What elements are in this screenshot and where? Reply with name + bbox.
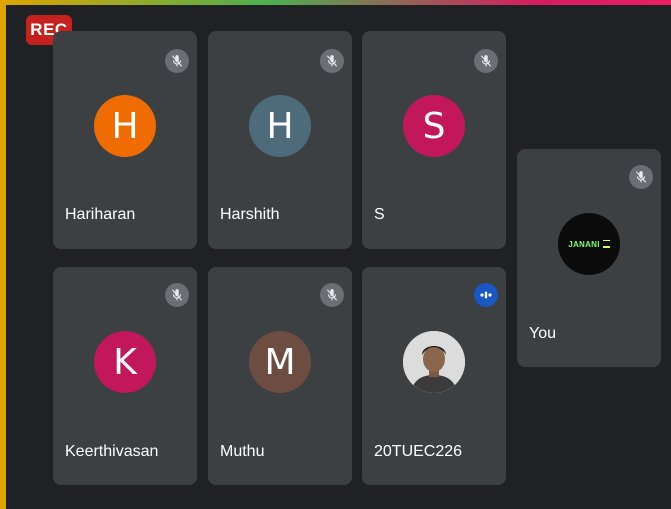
mic-off-icon: [165, 49, 189, 73]
self-tile[interactable]: JANANI You: [517, 149, 661, 367]
participant-tile[interactable]: H Harshith: [208, 31, 352, 249]
profile-photo: [403, 331, 465, 393]
speaking-indicator-icon: [474, 283, 498, 307]
participant-name: Keerthivasan: [65, 443, 159, 460]
participant-tile[interactable]: H Hariharan: [53, 31, 197, 249]
participant-tile[interactable]: M Muthu: [208, 267, 352, 485]
participant-tile[interactable]: K Keerthivasan: [53, 267, 197, 485]
avatar: H: [249, 95, 311, 157]
meeting-grid: REC H Hariharan H Harshith S S K Keerthi…: [6, 5, 671, 509]
participant-name: S: [374, 206, 385, 223]
badge-icon: [602, 240, 610, 248]
avatar: M: [249, 331, 311, 393]
avatar: K: [94, 331, 156, 393]
mic-off-icon: [320, 49, 344, 73]
avatar: S: [403, 95, 465, 157]
avatar-text: JANANI: [568, 239, 600, 249]
participant-name: You: [529, 325, 556, 342]
self-avatar: JANANI: [558, 213, 620, 275]
participant-name: Muthu: [220, 443, 265, 460]
participant-name: 20TUEC226: [374, 443, 463, 460]
participant-tile[interactable]: 20TUEC226: [362, 267, 506, 485]
mic-off-icon: [629, 165, 653, 189]
avatar: [403, 331, 465, 393]
participant-tile[interactable]: S S: [362, 31, 506, 249]
mic-off-icon: [320, 283, 344, 307]
participant-name: Harshith: [220, 206, 280, 223]
mic-off-icon: [165, 283, 189, 307]
participant-name: Hariharan: [65, 206, 136, 223]
mic-off-icon: [474, 49, 498, 73]
avatar: H: [94, 95, 156, 157]
